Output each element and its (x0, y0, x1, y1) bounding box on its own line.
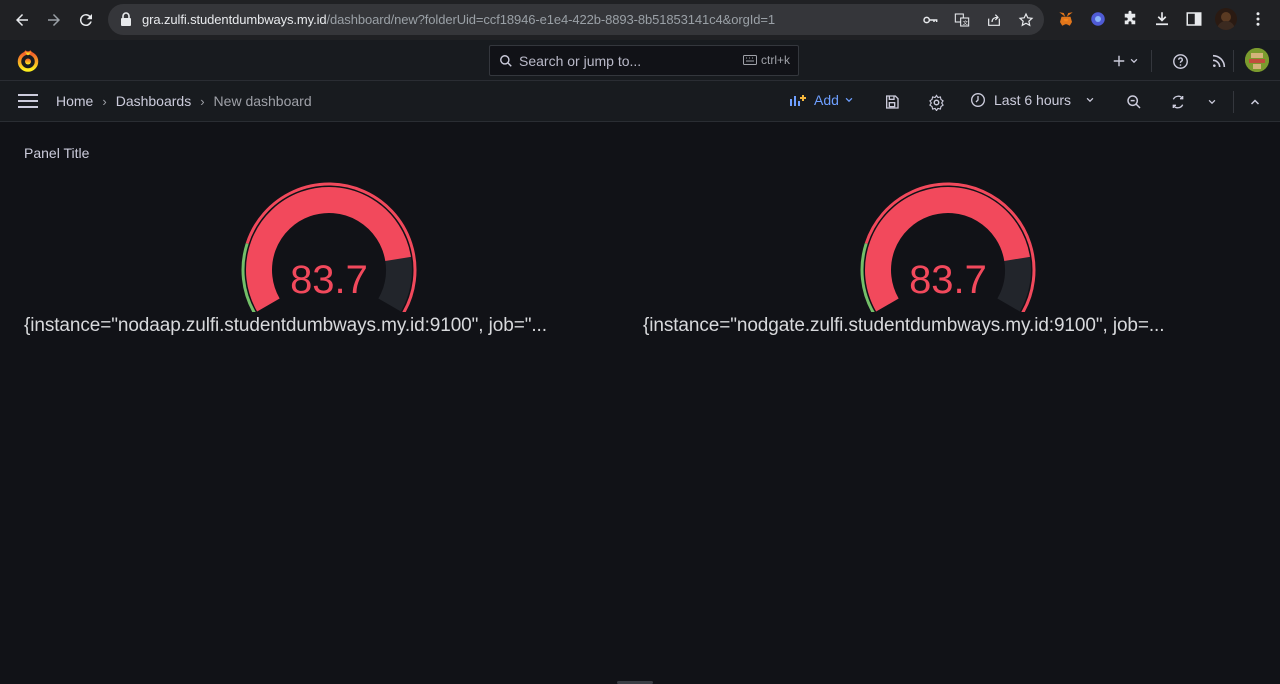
save-icon[interactable] (881, 91, 903, 113)
breadcrumb-current: New dashboard (213, 93, 312, 109)
gauge-value: 83.7 (290, 258, 368, 302)
chevron-down-icon (845, 97, 853, 103)
chevron-right-icon: › (102, 93, 107, 109)
chevron-right-icon: › (200, 93, 205, 109)
divider (1233, 91, 1234, 113)
grafana-top-nav: Search or jump to... ctrl+k (0, 40, 1280, 81)
lock-icon[interactable] (120, 12, 132, 31)
search-shortcut-hint: ctrl+k (742, 53, 790, 67)
new-chevron-down-icon[interactable] (1127, 50, 1141, 72)
help-icon[interactable] (1169, 50, 1191, 72)
gauge: 83.7 (848, 172, 1048, 314)
chevron-down-icon (1086, 97, 1094, 103)
gauge-series-label: {instance="nodgate.zulfi.studentdumbways… (643, 315, 1165, 336)
user-avatar[interactable] (1245, 48, 1269, 72)
grafana-logo-icon[interactable] (16, 49, 40, 78)
share-icon[interactable] (984, 10, 1004, 30)
side-panel-icon[interactable] (1183, 8, 1205, 30)
clock-icon (971, 93, 985, 107)
refresh-icon[interactable] (1167, 91, 1189, 113)
breadcrumb-home[interactable]: Home (56, 93, 93, 109)
profile-avatar-icon[interactable] (1215, 8, 1237, 30)
kebab-menu-icon[interactable] (1247, 8, 1269, 30)
dashboard-toolbar: Home › Dashboards › New dashboard Add La… (0, 81, 1280, 122)
time-range-label: Last 6 hours (994, 92, 1072, 108)
divider (1151, 50, 1152, 72)
refresh-interval-chevron-icon[interactable] (1201, 91, 1223, 113)
time-range-picker[interactable]: Last 6 hours (970, 92, 1095, 108)
news-rss-icon[interactable] (1208, 50, 1230, 72)
panel-title[interactable]: Panel Title (24, 145, 89, 161)
bookmark-star-icon[interactable] (1016, 10, 1036, 30)
search-input[interactable]: Search or jump to... ctrl+k (489, 45, 799, 76)
back-arrow-icon[interactable] (6, 4, 38, 36)
forward-arrow-icon[interactable] (38, 4, 70, 36)
metamask-fox-icon[interactable] (1055, 8, 1077, 30)
search-placeholder: Search or jump to... (519, 53, 642, 69)
search-icon (500, 55, 512, 67)
divider (1233, 50, 1234, 72)
url-text: gra.zulfi.studentdumbways.my.id/dashboar… (142, 12, 775, 27)
menu-hamburger-icon[interactable] (18, 93, 38, 114)
translate-icon[interactable]: 文 (952, 10, 972, 30)
extensions-puzzle-icon[interactable] (1119, 8, 1141, 30)
add-label: Add (814, 92, 839, 108)
add-button[interactable]: Add (789, 92, 854, 108)
key-icon[interactable] (920, 10, 940, 30)
settings-gear-icon[interactable] (925, 91, 947, 113)
gauge-value: 83.7 (909, 258, 987, 302)
zoom-out-icon[interactable] (1123, 91, 1145, 113)
breadcrumb: Home › Dashboards › New dashboard (56, 93, 312, 109)
add-panel-icon (790, 95, 806, 106)
gauge-series-label: {instance="nodaap.zulfi.studentdumbways.… (24, 315, 547, 336)
browser-toolbar: gra.zulfi.studentdumbways.my.id/dashboar… (0, 0, 1280, 40)
keyboard-icon (742, 55, 757, 65)
breadcrumb-dashboards[interactable]: Dashboards (116, 93, 192, 109)
download-icon[interactable] (1151, 8, 1173, 30)
collapse-chevron-up-icon[interactable] (1244, 91, 1266, 113)
reload-icon[interactable] (70, 4, 102, 36)
gauge: 83.7 (229, 172, 429, 314)
address-bar[interactable]: gra.zulfi.studentdumbways.my.id/dashboar… (108, 4, 1044, 35)
extension-gear-icon[interactable] (1087, 8, 1109, 30)
